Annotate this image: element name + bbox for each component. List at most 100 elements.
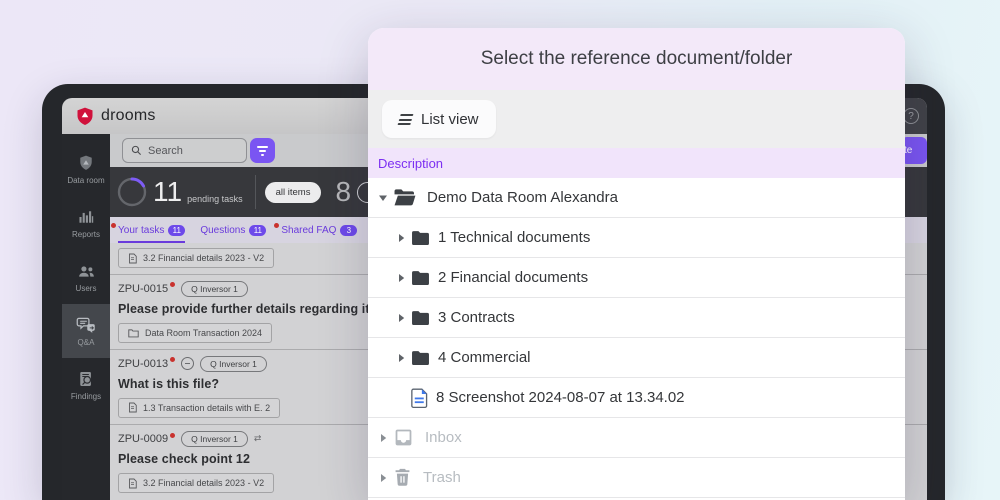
document-icon [128, 478, 137, 489]
sidebar-item-reports[interactable]: Reports [62, 196, 110, 250]
sidebar-item-label: Reports [72, 230, 100, 239]
tree-row-inbox: Inbox [368, 418, 905, 458]
folder-icon [411, 350, 430, 366]
brand-name: drooms [101, 107, 156, 125]
tab-your-tasks[interactable]: Your tasks 11 [118, 217, 185, 243]
description-column-header: Description [368, 148, 905, 178]
document-chip[interactable]: 3.2 Financial details 2023 - V2 [118, 473, 274, 493]
chevron-down-icon[interactable] [376, 194, 390, 202]
chevron-right-icon[interactable] [394, 353, 408, 363]
tab-label: Shared FAQ [281, 225, 336, 236]
question-tag: Q Inversor 1 [181, 281, 248, 297]
tree-row-trash: Trash [368, 458, 905, 498]
sidebar-item-label: Q&A [78, 338, 95, 347]
tab-count-badge: 11 [168, 225, 185, 236]
alert-dot [170, 357, 175, 362]
chevron-right-icon[interactable] [394, 313, 408, 323]
shield-icon [76, 153, 96, 173]
tab-label: Questions [200, 225, 245, 236]
sidebar-item-label: Users [76, 284, 97, 293]
drooms-logo: drooms [75, 106, 156, 126]
list-view-label: List view [421, 111, 479, 128]
task-id: ZPU-0013 [118, 358, 168, 370]
inbox-icon [393, 427, 414, 448]
tree-row-label: 3 Contracts [438, 309, 515, 326]
alert-dot [111, 223, 116, 228]
chip-label: 3.2 Financial details 2023 - V2 [143, 478, 264, 488]
folder-icon [411, 270, 430, 286]
alert-dot [170, 282, 175, 287]
tree-row-folder[interactable]: 2 Financial documents [368, 258, 905, 298]
tree-row-label: 4 Commercial [438, 349, 531, 366]
answer-count: 8 [335, 176, 351, 208]
qa-chat-icon [76, 315, 96, 335]
tree-row-folder[interactable]: 4 Commercial [368, 338, 905, 378]
dialog-title: Select the reference document/folder [481, 48, 793, 70]
filter-button[interactable] [250, 138, 275, 163]
folder-icon [411, 230, 430, 246]
tree-row-label: 8 Screenshot 2024-08-07 at 13.34.02 [436, 389, 685, 406]
sidebar-item-users[interactable]: Users [62, 250, 110, 304]
sidebar-item-findings[interactable]: Findings [62, 358, 110, 412]
sidebar-item-label: Findings [71, 392, 101, 401]
document-icon [128, 402, 137, 413]
pending-count: 11 [153, 176, 182, 208]
chip-label: 3.2 Financial details 2023 - V2 [143, 253, 264, 263]
pending-label: pending tasks [187, 194, 243, 204]
task-id: ZPU-0015 [118, 283, 168, 295]
app-sidebar: Data room Reports Users [62, 134, 110, 500]
drooms-shield-icon [75, 106, 95, 126]
tree-row-folder[interactable]: 3 Contracts [368, 298, 905, 338]
folder-tree: Demo Data Room Alexandra 1 Technical doc… [368, 178, 905, 498]
folder-chip[interactable]: Data Room Transaction 2024 [118, 323, 272, 343]
collapse-toggle-icon[interactable] [181, 357, 194, 370]
users-icon [76, 261, 96, 281]
tree-row-label: 2 Financial documents [438, 269, 588, 286]
tree-row-file[interactable]: 8 Screenshot 2024-08-07 at 13.34.02 [368, 378, 905, 418]
list-view-icon [397, 114, 413, 125]
sidebar-item-qa[interactable]: Q&A [62, 304, 110, 358]
chevron-right-icon [376, 473, 390, 483]
swap-icon: ⇄ [254, 434, 262, 444]
tree-row-folder[interactable]: 1 Technical documents [368, 218, 905, 258]
all-items-pill[interactable]: all items [265, 182, 322, 203]
question-tag: Q Inversor 1 [200, 356, 267, 372]
question-tag: Q Inversor 1 [181, 431, 248, 447]
search-input-wrapper[interactable] [122, 138, 247, 163]
alert-dot [170, 433, 175, 438]
tab-shared-faq[interactable]: Shared FAQ 3 [281, 217, 357, 243]
tab-questions[interactable]: Questions 11 [200, 217, 266, 243]
document-icon [128, 253, 137, 264]
chip-label: Data Room Transaction 2024 [145, 328, 262, 338]
folder-icon [128, 328, 139, 338]
task-id: ZPU-0009 [118, 433, 168, 445]
document-chip[interactable]: 3.2 Financial details 2023 - V2 [118, 248, 274, 268]
folder-icon [411, 310, 430, 326]
tree-row-label: Inbox [425, 429, 462, 446]
tab-label: Your tasks [118, 225, 164, 236]
chevron-right-icon[interactable] [394, 233, 408, 243]
list-view-button[interactable]: List view [382, 100, 496, 138]
bar-chart-icon [76, 207, 96, 227]
chip-label: 1.3 Transaction details with E. 2 [143, 403, 270, 413]
tree-row-label: Trash [423, 469, 461, 486]
document-chip[interactable]: 1.3 Transaction details with E. 2 [118, 398, 280, 418]
alert-dot [274, 223, 279, 228]
search-input[interactable] [148, 145, 228, 157]
file-icon [411, 388, 428, 408]
dialog-header: Select the reference document/folder [368, 28, 905, 90]
tab-count-badge: 3 [340, 225, 357, 236]
divider [255, 175, 256, 209]
progress-ring [115, 175, 149, 209]
sidebar-item-data-room[interactable]: Data room [62, 142, 110, 196]
chevron-right-icon [376, 433, 390, 443]
tab-count-badge: 11 [249, 225, 266, 236]
reference-picker-dialog: Select the reference document/folder Lis… [368, 28, 905, 500]
chevron-right-icon[interactable] [394, 273, 408, 283]
tree-row-label: 1 Technical documents [438, 229, 590, 246]
dialog-toolbar: List view [368, 90, 905, 148]
tree-row-root[interactable]: Demo Data Room Alexandra [368, 178, 905, 218]
sidebar-item-label: Data room [67, 176, 104, 185]
help-button[interactable]: ? [903, 108, 919, 124]
findings-search-icon [76, 369, 96, 389]
